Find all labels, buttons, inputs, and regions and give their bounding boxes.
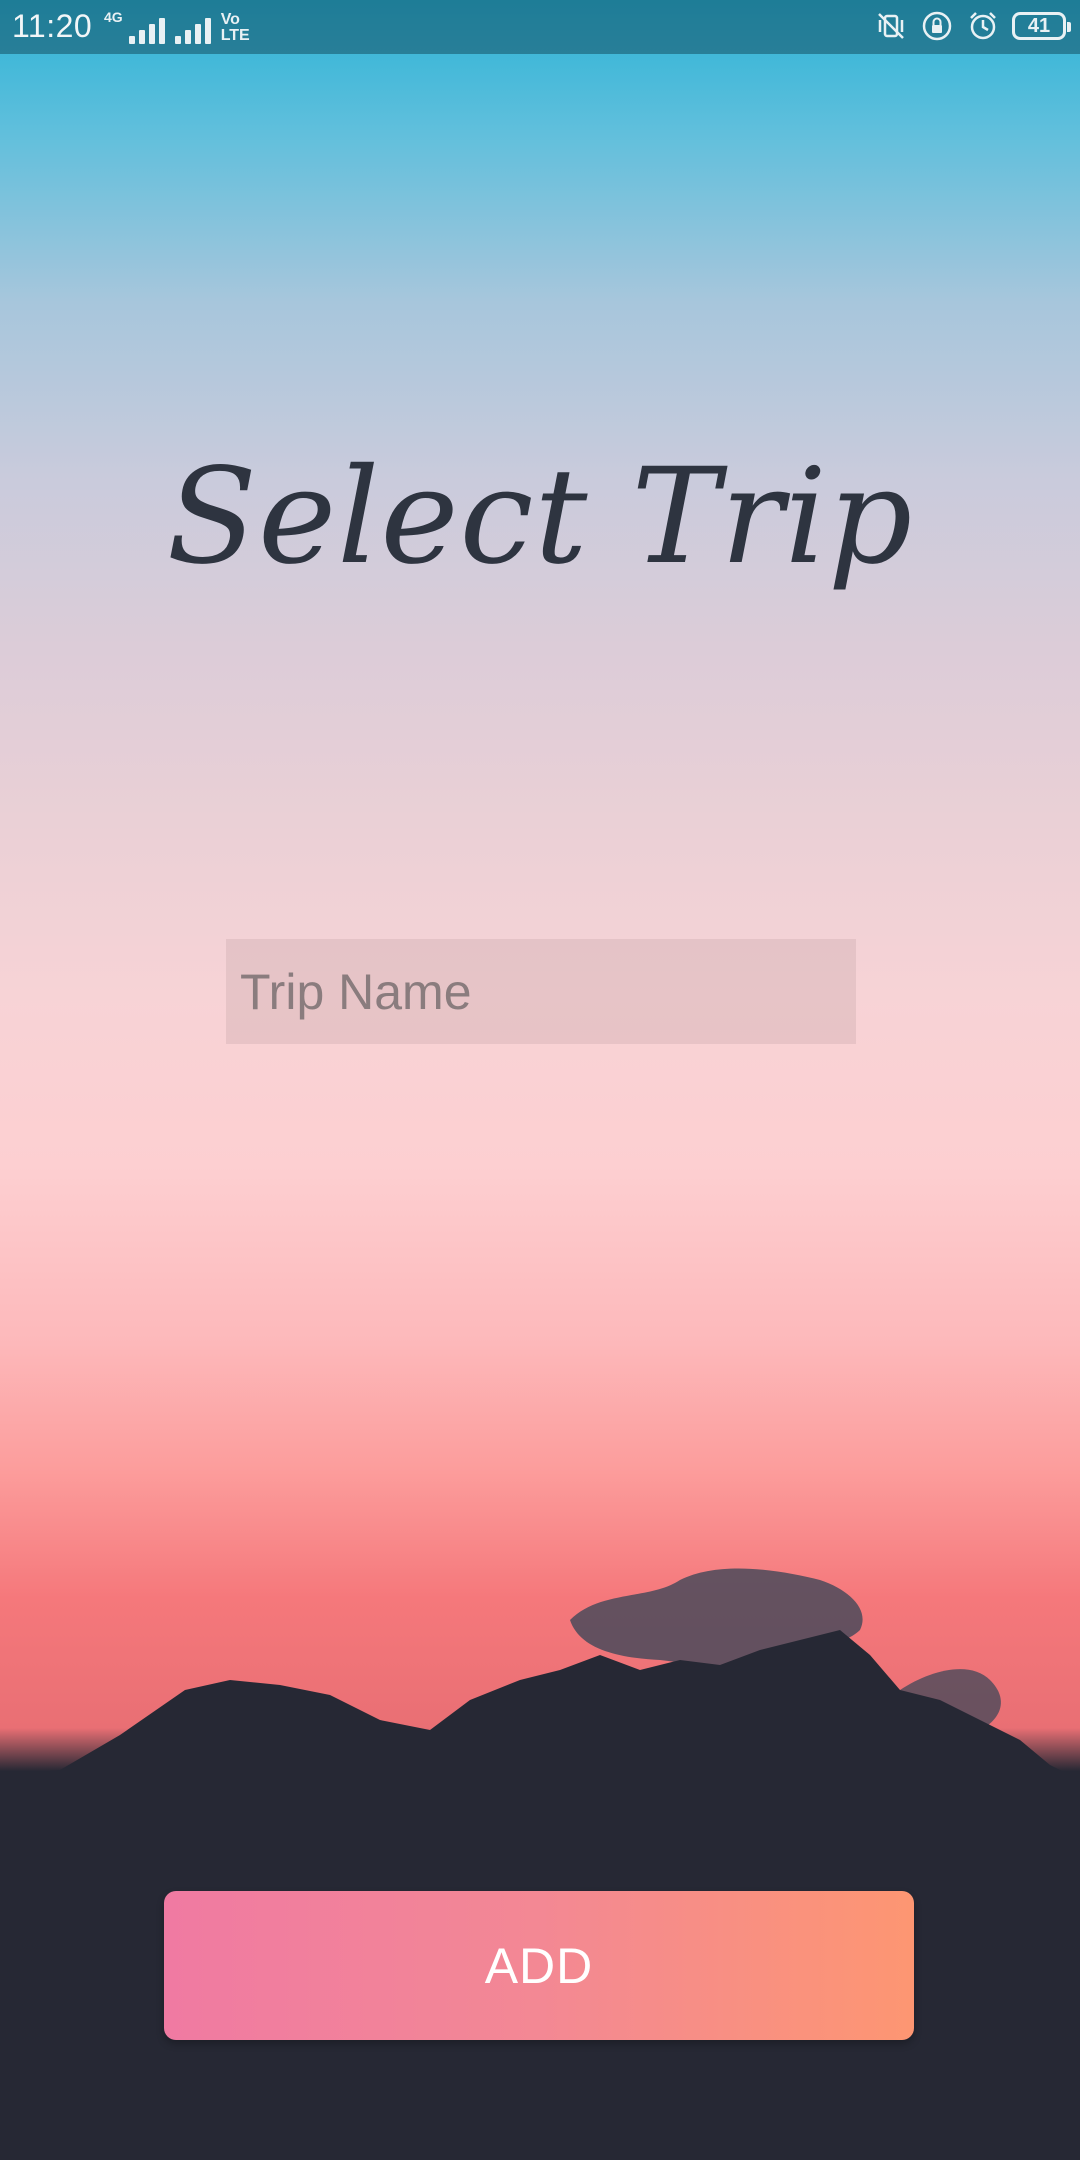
signal-icon <box>128 14 165 44</box>
add-button[interactable]: ADD <box>164 1891 914 2040</box>
status-bar: 11:20 4G Vo LTE 41 <box>0 0 1080 54</box>
lock-rotation-icon <box>920 9 954 43</box>
trip-screen: 11:20 4G Vo LTE 41 Select Trip Trip Name… <box>0 0 1080 2160</box>
signal-icon <box>174 14 211 44</box>
page-title: Select Trip <box>166 440 914 594</box>
status-time: 11:20 <box>12 8 93 44</box>
volte-icon: Vo LTE <box>220 11 250 44</box>
status-left-icons: 4G Vo LTE <box>104 10 250 44</box>
battery-icon: 41 <box>1012 12 1071 40</box>
alarm-icon <box>966 9 1000 43</box>
vibrate-icon <box>874 9 908 43</box>
battery-level: 41 <box>1027 14 1051 37</box>
network-type-label: 4G <box>104 9 123 25</box>
trip-name-input[interactable] <box>226 939 856 1044</box>
mountain-background-image <box>0 1568 1080 2160</box>
status-right-icons: 41 <box>874 9 1071 43</box>
